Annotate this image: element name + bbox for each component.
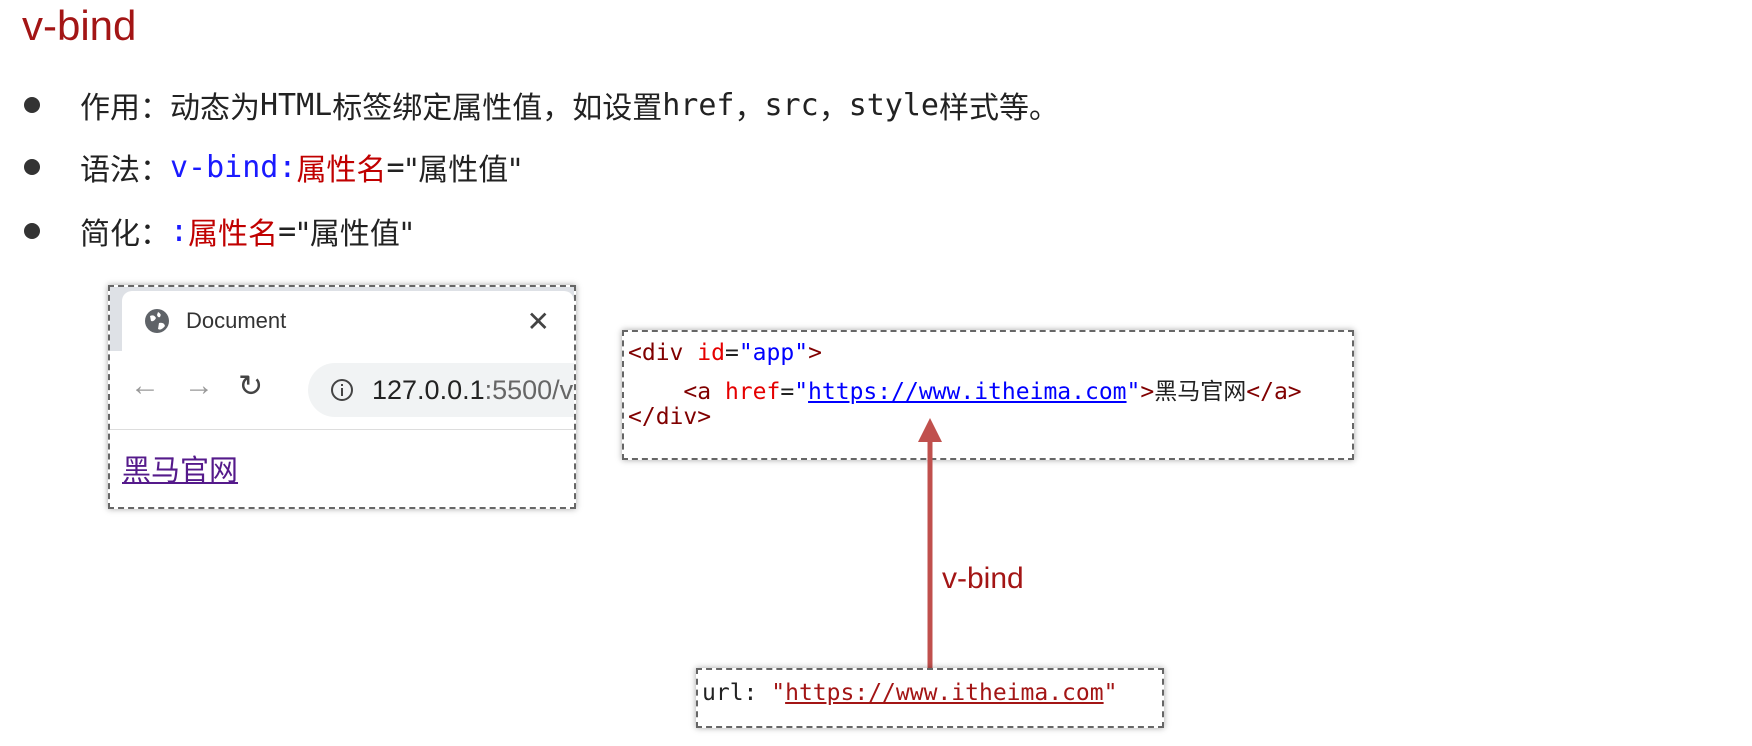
arrow-label: v-bind [942,562,1024,595]
data-code-panel: url: "https://www.itheima.com" [696,668,1164,728]
url-key: url: [702,680,772,706]
binding-arrow [918,418,942,668]
quote: " [1103,680,1118,706]
data-line: url: "https://www.itheima.com" [702,680,1117,706]
url-value: https://www.itheima.com [785,680,1104,706]
quote: " [771,680,786,706]
arrow-head-icon [918,418,942,442]
